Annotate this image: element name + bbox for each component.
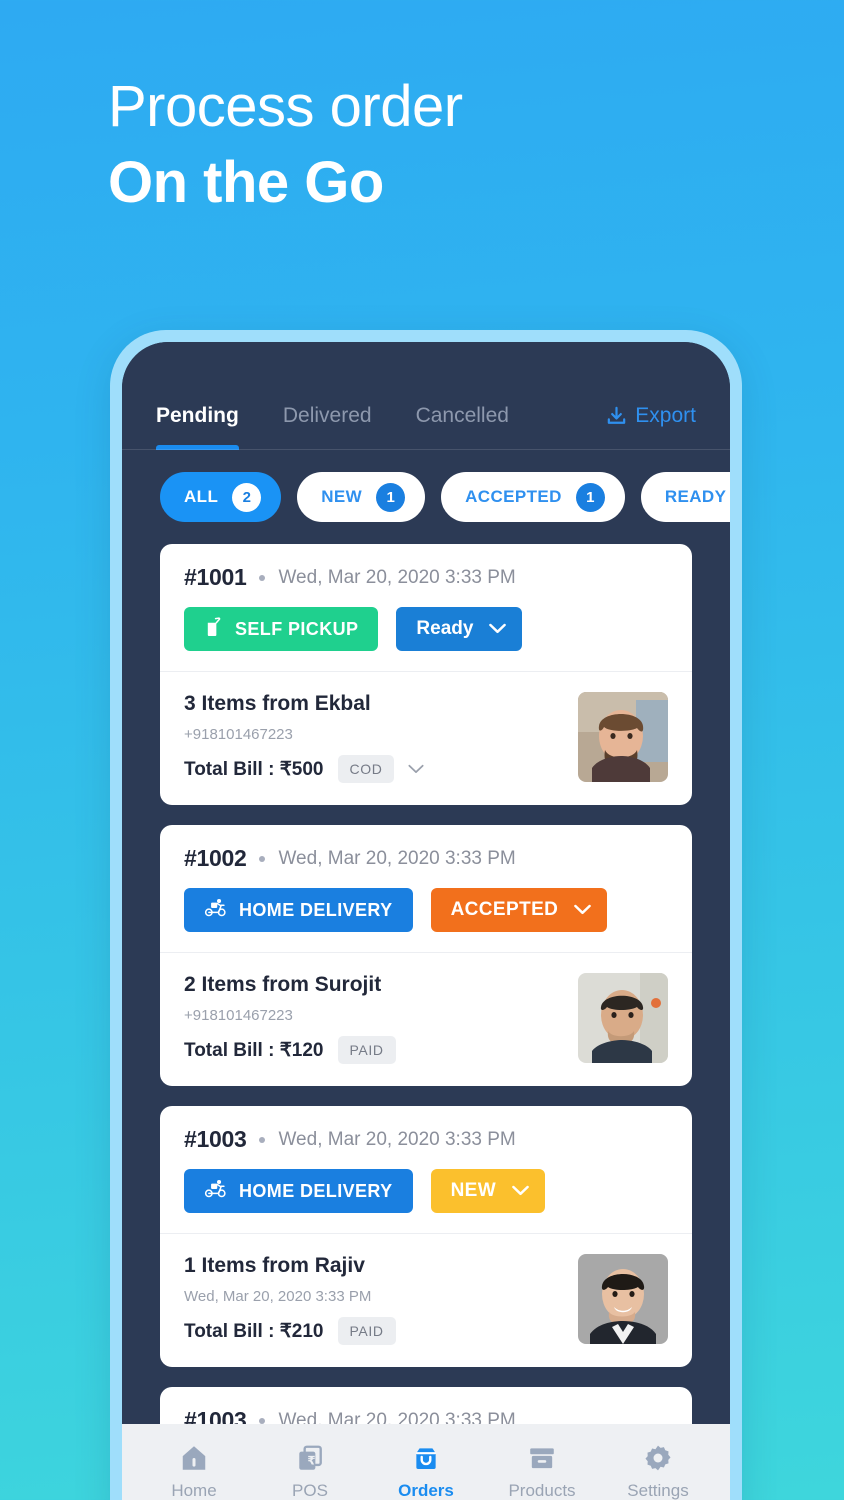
rupee-receipt-icon: ₹ [295, 1443, 325, 1473]
customer-avatar [578, 1254, 668, 1344]
separator-dot-icon [259, 1417, 266, 1424]
order-type-button[interactable]: HOME DELIVERY [184, 1169, 413, 1213]
order-status-dropdown[interactable]: ACCEPTED [430, 888, 608, 932]
gear-icon [643, 1443, 673, 1473]
box-icon [527, 1443, 557, 1473]
order-customer-section: 2 Items from Surojit +918101467223 Total… [160, 953, 692, 1086]
order-status-dropdown[interactable]: Ready [396, 607, 523, 651]
chip-accepted-label: ACCEPTED [465, 487, 562, 506]
nav-item-pos[interactable]: ₹ POS [260, 1443, 360, 1500]
tab-pending[interactable]: Pending [156, 404, 239, 450]
customer-phone: +918101467223 [184, 726, 293, 743]
expand-chevron-icon[interactable] [408, 764, 424, 774]
svg-text:₹: ₹ [307, 1453, 315, 1467]
chip-all[interactable]: ALL 2 [160, 472, 282, 522]
order-status-label: NEW [450, 1180, 497, 1201]
order-date: Wed, Mar 20, 2020 3:33 PM [278, 566, 516, 588]
order-card-header: #1001 Wed, Mar 20, 2020 3:33 PM SELF PIC… [160, 544, 692, 671]
shopping-bag-icon [411, 1443, 441, 1473]
export-button[interactable]: Export [605, 404, 696, 450]
separator-dot-icon [259, 855, 266, 862]
customer-summary: 3 Items from Ekbal [184, 692, 371, 715]
nav-item-products-label: Products [508, 1481, 576, 1500]
nav-item-settings-label: Settings [627, 1481, 689, 1500]
order-list: #1001 Wed, Mar 20, 2020 3:33 PM SELF PIC… [122, 544, 730, 1500]
chip-accepted[interactable]: ACCEPTED 1 [441, 472, 625, 522]
customer-subtitle: Wed, Mar 20, 2020 3:33 PM [184, 1288, 372, 1305]
order-tabs: Pending Delivered Cancelled Export [122, 342, 730, 450]
chevron-down-icon [489, 618, 507, 640]
chip-ready-label: READY [664, 487, 727, 506]
nav-item-orders[interactable]: Orders [376, 1443, 476, 1500]
scooter-icon [204, 898, 227, 922]
tab-delivered-label: Delivered [282, 404, 372, 427]
order-date: Wed, Mar 20, 2020 3:33 PM [278, 1128, 516, 1150]
chip-new[interactable]: NEW 1 [297, 472, 426, 522]
chip-all-label: ALL [184, 487, 219, 506]
phone-mockup: Pending Delivered Cancelled Export ALL 2… [110, 330, 742, 1500]
payment-badge: COD [337, 755, 395, 783]
headline-line-2: On the Go [108, 150, 384, 215]
order-date: Wed, Mar 20, 2020 3:33 PM [278, 847, 516, 869]
tab-delivered[interactable]: Delivered [283, 404, 372, 450]
payment-badge: PAID [337, 1317, 396, 1345]
scooter-icon [204, 1179, 227, 1203]
nav-item-pos-label: POS [292, 1481, 328, 1500]
tab-cancelled-label: Cancelled [415, 404, 509, 427]
order-status-label: ACCEPTED [450, 899, 559, 920]
order-type-label: HOME DELIVERY [239, 1180, 393, 1201]
order-type-label: SELF PICKUP [235, 618, 359, 639]
export-label: Export [635, 404, 696, 427]
headline-line-1: Process order [108, 74, 463, 139]
chevron-down-icon [512, 1180, 529, 1202]
status-filter-chips: ALL 2 NEW 1 ACCEPTED 1 READY 1 [122, 450, 730, 544]
separator-dot-icon [259, 1136, 266, 1143]
order-card[interactable]: #1001 Wed, Mar 20, 2020 3:33 PM SELF PIC… [160, 544, 692, 805]
order-total: Total Bill : ₹210 [184, 1320, 324, 1342]
page-title: Process order On the Go [108, 78, 463, 212]
customer-summary: 1 Items from Rajiv [184, 1254, 365, 1277]
order-total: Total Bill : ₹120 [184, 1039, 324, 1061]
phone-screen: Pending Delivered Cancelled Export ALL 2… [122, 342, 730, 1500]
order-type-label: HOME DELIVERY [239, 899, 393, 920]
chip-new-label: NEW [321, 487, 363, 506]
bottom-navigation: Home ₹ POS Orders Products Settings [122, 1424, 730, 1500]
chip-new-count: 1 [376, 482, 406, 512]
tab-pending-label: Pending [156, 404, 239, 427]
order-total: Total Bill : ₹500 [184, 758, 324, 780]
order-card[interactable]: #1003 Wed, Mar 20, 2020 3:33 PM [160, 1106, 692, 1367]
customer-avatar [578, 692, 668, 782]
nav-item-orders-label: Orders [398, 1481, 454, 1500]
chip-all-count: 2 [232, 482, 262, 512]
nav-item-home-label: Home [171, 1481, 217, 1500]
order-type-button[interactable]: HOME DELIVERY [184, 888, 413, 932]
order-customer-section: 3 Items from Ekbal +918101467223 Total B… [160, 672, 692, 805]
order-id: #1002 [184, 845, 247, 871]
tab-cancelled[interactable]: Cancelled [416, 404, 509, 450]
chip-ready[interactable]: READY 1 [640, 472, 730, 522]
order-status-label: Ready [416, 618, 474, 639]
nav-item-products[interactable]: Products [492, 1443, 592, 1500]
order-id: #1001 [184, 564, 247, 590]
order-card[interactable]: #1002 Wed, Mar 20, 2020 3:33 PM HOME DEL… [160, 825, 692, 1086]
separator-dot-icon [259, 574, 266, 581]
nav-item-settings[interactable]: Settings [608, 1443, 708, 1500]
download-icon [605, 405, 628, 428]
nav-item-home[interactable]: Home [144, 1443, 244, 1500]
order-card-header: #1002 Wed, Mar 20, 2020 3:33 PM HOME DEL… [160, 825, 692, 952]
home-icon [179, 1443, 209, 1473]
chip-accepted-count: 1 [575, 482, 605, 512]
order-type-button[interactable]: SELF PICKUP [184, 607, 379, 651]
customer-summary: 2 Items from Surojit [184, 973, 382, 996]
order-card-header: #1003 Wed, Mar 20, 2020 3:33 PM [160, 1106, 692, 1233]
chevron-down-icon [574, 899, 592, 921]
shopping-bag-icon [204, 616, 223, 642]
order-status-dropdown[interactable]: NEW [430, 1169, 546, 1213]
customer-avatar [578, 973, 668, 1063]
order-id: #1003 [184, 1126, 247, 1152]
customer-phone: +918101467223 [184, 1007, 293, 1024]
order-customer-section: 1 Items from Rajiv Wed, Mar 20, 2020 3:3… [160, 1234, 692, 1367]
payment-badge: PAID [337, 1036, 396, 1064]
